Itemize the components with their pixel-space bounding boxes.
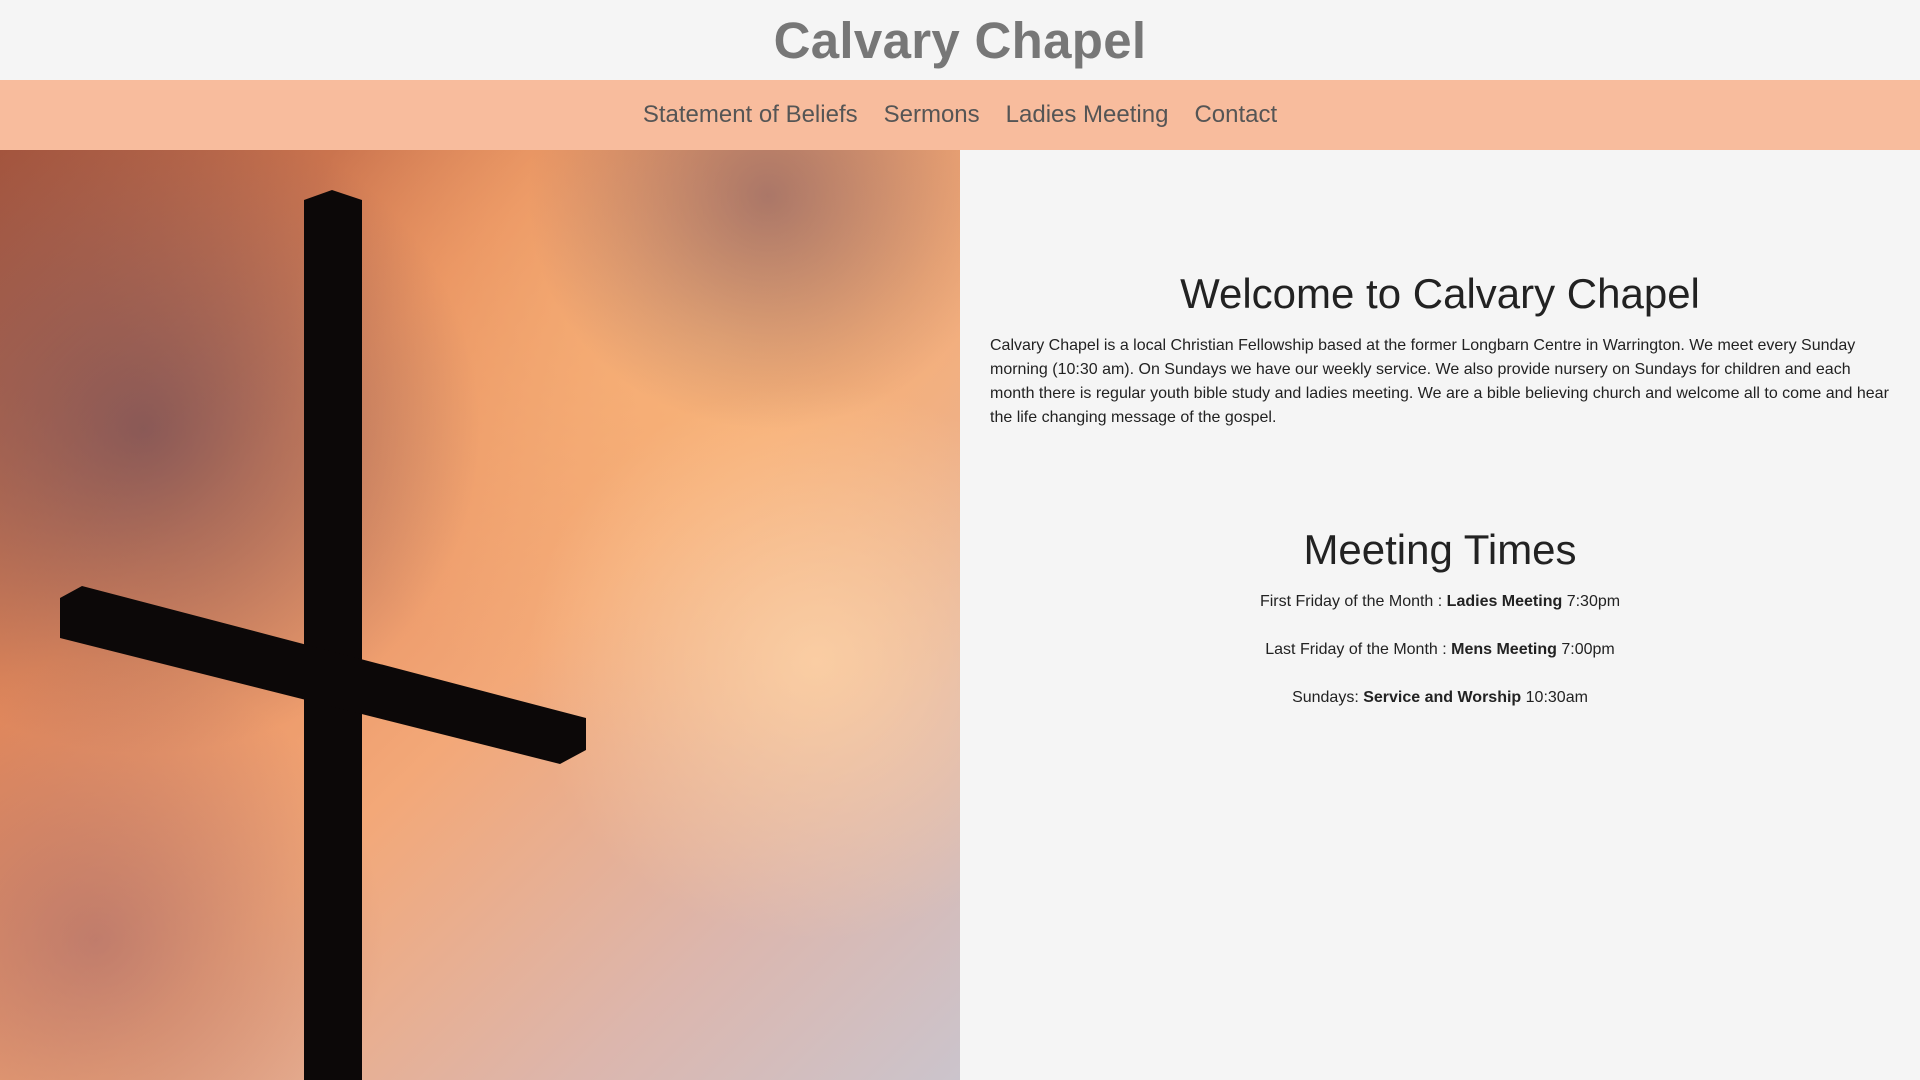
meeting-time: 7:30pm (1562, 593, 1621, 610)
meeting-time: 10:30am (1521, 689, 1588, 706)
nav-contact[interactable]: Contact (1194, 101, 1277, 129)
nav-statement-of-beliefs[interactable]: Statement of Beliefs (643, 101, 858, 129)
site-header: Calvary Chapel (0, 0, 1920, 80)
site-title: Calvary Chapel (773, 11, 1147, 69)
meeting-line-sunday: Sundays: Service and Worship 10:30am (990, 686, 1890, 710)
right-column: Welcome to Calvary Chapel Calvary Chapel… (960, 150, 1920, 1080)
main-nav: Statement of Beliefs Sermons Ladies Meet… (0, 80, 1920, 150)
hero-image-cross (0, 150, 960, 1080)
meeting-name: Service and Worship (1363, 689, 1522, 706)
nav-sermons[interactable]: Sermons (884, 101, 980, 129)
meeting-name: Ladies Meeting (1446, 593, 1563, 610)
meeting-time: 7:00pm (1556, 641, 1615, 658)
meeting-times-title: Meeting Times (1303, 526, 1577, 573)
meeting-when: Sundays: (1292, 689, 1364, 706)
meeting-name: Mens Meeting (1451, 641, 1557, 658)
meeting-line-ladies: First Friday of the Month : Ladies Meeti… (990, 590, 1890, 614)
main-content: Welcome to Calvary Chapel Calvary Chapel… (0, 150, 1920, 1080)
welcome-text: Calvary Chapel is a local Christian Fell… (990, 337, 1889, 426)
cross-sunset-image (0, 150, 960, 1080)
nav-ladies-meeting[interactable]: Ladies Meeting (1006, 101, 1169, 129)
meeting-line-mens: Last Friday of the Month : Mens Meeting … (990, 638, 1890, 662)
meeting-when: Last Friday of the Month : (1265, 641, 1452, 658)
welcome-title: Welcome to Calvary Chapel (1180, 270, 1700, 317)
meeting-when: First Friday of the Month : (1259, 593, 1447, 610)
